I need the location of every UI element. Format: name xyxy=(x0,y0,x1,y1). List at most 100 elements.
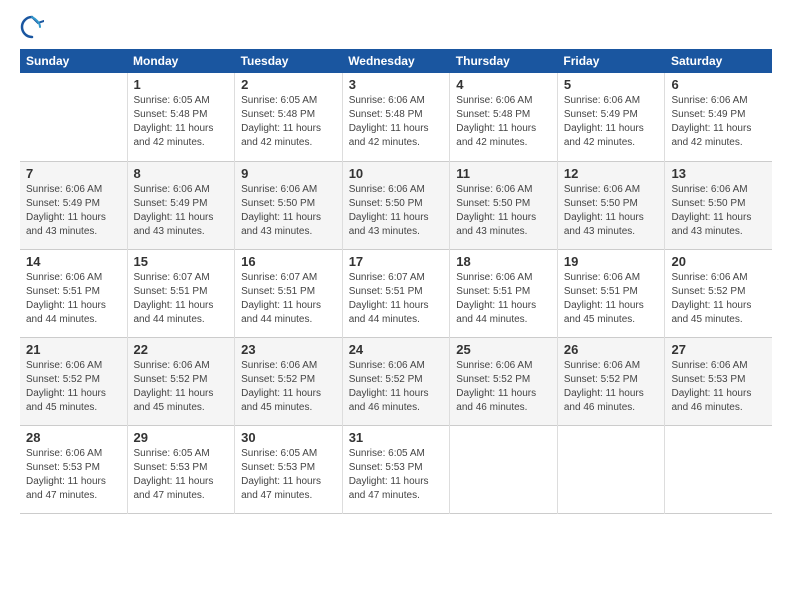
calendar-cell: 7Sunrise: 6:06 AM Sunset: 5:49 PM Daylig… xyxy=(20,161,127,249)
calendar-cell: 14 Sunrise: 6:06 AM Sunset: 5:51 PM Dayli… xyxy=(20,249,127,337)
day-info: Sunrise: 6:06 AM Sunset: 5:50 PM Dayligh… xyxy=(241,183,336,239)
day-info: Sunrise: 6:06 AM Sunset: 5:49 PM Dayligh… xyxy=(26,183,121,239)
day-number: 24 xyxy=(349,342,444,357)
header-cell-sunday: Sunday xyxy=(20,49,127,73)
calendar-cell: 3Sunrise: 6:06 AM Sunset: 5:48 PM Daylig… xyxy=(342,73,450,161)
calendar-cell: 18 Sunrise: 6:06 AM Sunset: 5:51 PM Dayli… xyxy=(450,249,558,337)
header-cell-thursday: Thursday xyxy=(450,49,558,73)
calendar-cell: 6 Sunrise: 6:06 AM Sunset: 5:49 PM Daylig… xyxy=(665,73,772,161)
calendar-header: SundayMondayTuesdayWednesdayThursdayFrid… xyxy=(20,49,772,73)
day-number: 28 xyxy=(26,430,121,445)
day-number: 11 xyxy=(456,166,551,181)
day-number: 6 xyxy=(671,77,766,92)
day-info: Sunrise: 6:06 AM Sunset: 5:52 PM Dayligh… xyxy=(671,271,766,327)
day-info: Sunrise: 6:06 AM Sunset: 5:52 PM Dayligh… xyxy=(349,359,444,415)
header-cell-saturday: Saturday xyxy=(665,49,772,73)
calendar-week-3: 14 Sunrise: 6:06 AM Sunset: 5:51 PM Dayli… xyxy=(20,249,772,337)
calendar-cell: 13 Sunrise: 6:06 AM Sunset: 5:50 PM Dayli… xyxy=(665,161,772,249)
day-number: 18 xyxy=(456,254,551,269)
day-number: 31 xyxy=(349,430,444,445)
header-cell-tuesday: Tuesday xyxy=(235,49,343,73)
day-number: 8 xyxy=(134,166,229,181)
day-info: Sunrise: 6:05 AM Sunset: 5:53 PM Dayligh… xyxy=(349,447,444,503)
day-info: Sunrise: 6:06 AM Sunset: 5:49 PM Dayligh… xyxy=(134,183,229,239)
calendar-cell: 9 Sunrise: 6:06 AM Sunset: 5:50 PM Daylig… xyxy=(235,161,343,249)
day-info: Sunrise: 6:06 AM Sunset: 5:50 PM Dayligh… xyxy=(349,183,444,239)
calendar-cell: 19 Sunrise: 6:06 AM Sunset: 5:51 PM Dayli… xyxy=(557,249,665,337)
day-info: Sunrise: 6:06 AM Sunset: 5:51 PM Dayligh… xyxy=(456,271,551,327)
day-info: Sunrise: 6:06 AM Sunset: 5:53 PM Dayligh… xyxy=(26,447,121,503)
calendar-cell: 12 Sunrise: 6:06 AM Sunset: 5:50 PM Dayli… xyxy=(557,161,665,249)
day-number: 10 xyxy=(349,166,444,181)
calendar-week-2: 7Sunrise: 6:06 AM Sunset: 5:49 PM Daylig… xyxy=(20,161,772,249)
calendar-cell xyxy=(450,425,558,513)
day-number: 22 xyxy=(134,342,229,357)
day-info: Sunrise: 6:06 AM Sunset: 5:52 PM Dayligh… xyxy=(26,359,121,415)
day-info: Sunrise: 6:06 AM Sunset: 5:50 PM Dayligh… xyxy=(564,183,659,239)
day-number: 14 xyxy=(26,254,121,269)
day-number: 25 xyxy=(456,342,551,357)
calendar-cell: 2Sunrise: 6:05 AM Sunset: 5:48 PM Daylig… xyxy=(235,73,343,161)
header-cell-wednesday: Wednesday xyxy=(342,49,450,73)
day-info: Sunrise: 6:06 AM Sunset: 5:49 PM Dayligh… xyxy=(671,94,766,150)
day-number: 1 xyxy=(134,77,229,92)
day-info: Sunrise: 6:06 AM Sunset: 5:50 PM Dayligh… xyxy=(671,183,766,239)
header-cell-monday: Monday xyxy=(127,49,235,73)
day-info: Sunrise: 6:06 AM Sunset: 5:52 PM Dayligh… xyxy=(564,359,659,415)
day-number: 15 xyxy=(134,254,229,269)
day-info: Sunrise: 6:05 AM Sunset: 5:48 PM Dayligh… xyxy=(134,94,229,150)
calendar-cell: 17Sunrise: 6:07 AM Sunset: 5:51 PM Dayli… xyxy=(342,249,450,337)
day-number: 12 xyxy=(564,166,659,181)
calendar-cell: 26 Sunrise: 6:06 AM Sunset: 5:52 PM Dayli… xyxy=(557,337,665,425)
calendar-cell: 28 Sunrise: 6:06 AM Sunset: 5:53 PM Dayli… xyxy=(20,425,127,513)
day-number: 19 xyxy=(564,254,659,269)
calendar-week-4: 21 Sunrise: 6:06 AM Sunset: 5:52 PM Dayli… xyxy=(20,337,772,425)
day-number: 13 xyxy=(671,166,766,181)
page: SundayMondayTuesdayWednesdayThursdayFrid… xyxy=(0,0,792,529)
calendar-cell: 24 Sunrise: 6:06 AM Sunset: 5:52 PM Dayli… xyxy=(342,337,450,425)
calendar-cell: 16Sunrise: 6:07 AM Sunset: 5:51 PM Dayli… xyxy=(235,249,343,337)
calendar-cell: 22 Sunrise: 6:06 AM Sunset: 5:52 PM Dayli… xyxy=(127,337,235,425)
day-number: 29 xyxy=(134,430,229,445)
day-info: Sunrise: 6:05 AM Sunset: 5:53 PM Dayligh… xyxy=(134,447,229,503)
header xyxy=(20,15,772,39)
calendar-cell: 20 Sunrise: 6:06 AM Sunset: 5:52 PM Dayli… xyxy=(665,249,772,337)
calendar-cell: 5Sunrise: 6:06 AM Sunset: 5:49 PM Daylig… xyxy=(557,73,665,161)
day-info: Sunrise: 6:06 AM Sunset: 5:48 PM Dayligh… xyxy=(349,94,444,150)
day-info: Sunrise: 6:06 AM Sunset: 5:52 PM Dayligh… xyxy=(134,359,229,415)
calendar-cell: 8 Sunrise: 6:06 AM Sunset: 5:49 PM Daylig… xyxy=(127,161,235,249)
calendar-week-5: 28 Sunrise: 6:06 AM Sunset: 5:53 PM Dayli… xyxy=(20,425,772,513)
day-info: Sunrise: 6:05 AM Sunset: 5:53 PM Dayligh… xyxy=(241,447,336,503)
calendar-cell: 4Sunrise: 6:06 AM Sunset: 5:48 PM Daylig… xyxy=(450,73,558,161)
logo xyxy=(20,15,49,39)
calendar-cell: 1 Sunrise: 6:05 AM Sunset: 5:48 PM Daylig… xyxy=(127,73,235,161)
day-info: Sunrise: 6:05 AM Sunset: 5:48 PM Dayligh… xyxy=(241,94,336,150)
calendar-cell: 15 Sunrise: 6:07 AM Sunset: 5:51 PM Dayli… xyxy=(127,249,235,337)
day-number: 27 xyxy=(671,342,766,357)
day-number: 20 xyxy=(671,254,766,269)
logo-icon xyxy=(20,15,44,39)
day-info: Sunrise: 6:07 AM Sunset: 5:51 PM Dayligh… xyxy=(241,271,336,327)
day-info: Sunrise: 6:06 AM Sunset: 5:51 PM Dayligh… xyxy=(564,271,659,327)
day-number: 30 xyxy=(241,430,336,445)
day-number: 23 xyxy=(241,342,336,357)
calendar-cell xyxy=(557,425,665,513)
day-number: 21 xyxy=(26,342,121,357)
day-number: 5 xyxy=(564,77,659,92)
calendar-cell xyxy=(665,425,772,513)
calendar-cell: 10 Sunrise: 6:06 AM Sunset: 5:50 PM Dayli… xyxy=(342,161,450,249)
day-info: Sunrise: 6:07 AM Sunset: 5:51 PM Dayligh… xyxy=(134,271,229,327)
calendar-cell: 25 Sunrise: 6:06 AM Sunset: 5:52 PM Dayli… xyxy=(450,337,558,425)
day-info: Sunrise: 6:06 AM Sunset: 5:52 PM Dayligh… xyxy=(456,359,551,415)
day-info: Sunrise: 6:07 AM Sunset: 5:51 PM Dayligh… xyxy=(349,271,444,327)
calendar-week-1: 1 Sunrise: 6:05 AM Sunset: 5:48 PM Daylig… xyxy=(20,73,772,161)
calendar-cell: 30 Sunrise: 6:05 AM Sunset: 5:53 PM Dayli… xyxy=(235,425,343,513)
day-info: Sunrise: 6:06 AM Sunset: 5:51 PM Dayligh… xyxy=(26,271,121,327)
calendar-cell: 11Sunrise: 6:06 AM Sunset: 5:50 PM Dayli… xyxy=(450,161,558,249)
calendar-cell: 31 Sunrise: 6:05 AM Sunset: 5:53 PM Dayli… xyxy=(342,425,450,513)
day-number: 9 xyxy=(241,166,336,181)
day-number: 26 xyxy=(564,342,659,357)
day-info: Sunrise: 6:06 AM Sunset: 5:52 PM Dayligh… xyxy=(241,359,336,415)
calendar-cell: 27Sunrise: 6:06 AM Sunset: 5:53 PM Dayli… xyxy=(665,337,772,425)
calendar-cell: 21 Sunrise: 6:06 AM Sunset: 5:52 PM Dayli… xyxy=(20,337,127,425)
